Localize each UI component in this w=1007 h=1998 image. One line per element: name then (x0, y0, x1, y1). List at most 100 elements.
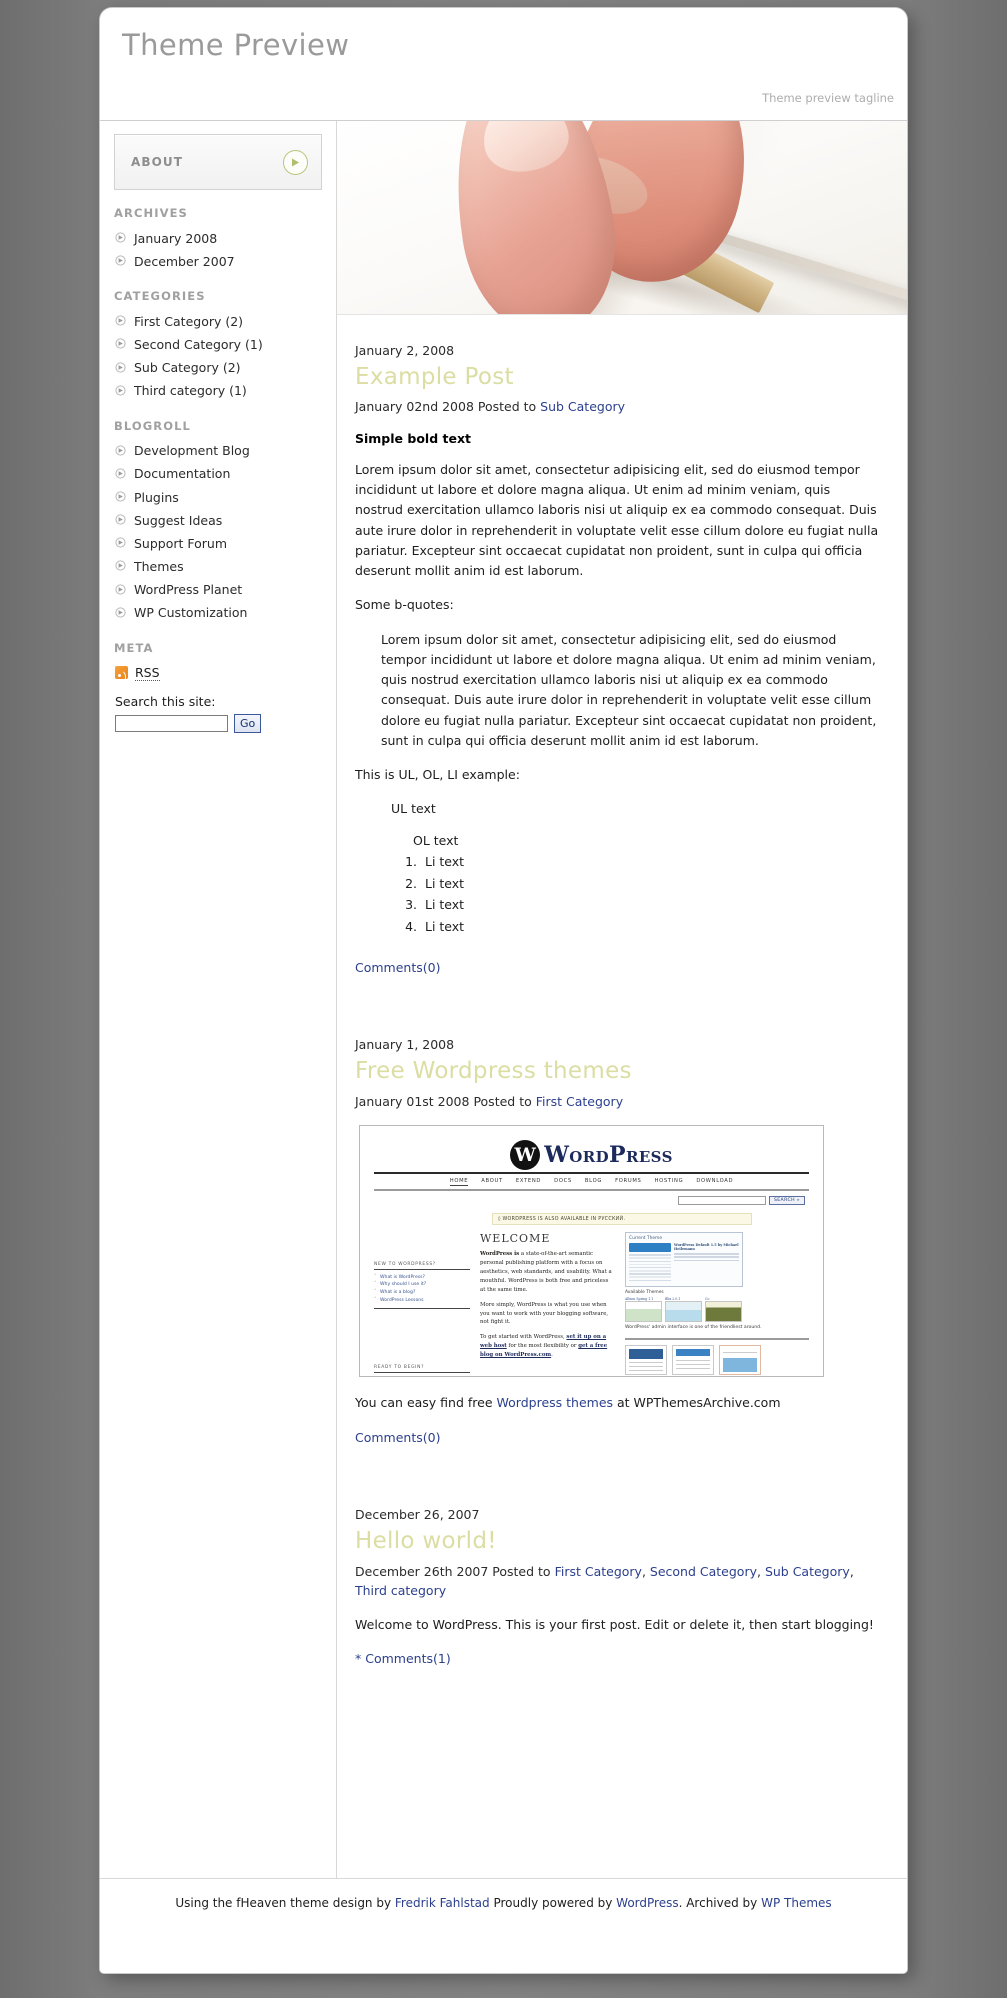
post-date: December 26, 2007 (355, 1507, 480, 1523)
post-title-link[interactable]: Hello world! (355, 1528, 497, 1554)
comments-link[interactable]: Comments(1) (365, 1649, 450, 1669)
list-item[interactable]: Find a web host (374, 1376, 377, 1377)
list-item[interactable]: Third category (1) (114, 380, 322, 403)
category-link[interactable]: First Category (2) (134, 314, 243, 329)
nav-item[interactable]: DOCS (554, 1178, 572, 1186)
list-item[interactable]: Sub Category (2) (114, 357, 322, 380)
blogroll-link[interactable]: Themes (134, 559, 184, 574)
search-go-button[interactable]: Go (234, 713, 262, 733)
meta-rss-row[interactable]: RSS (114, 662, 322, 684)
post-category-link[interactable]: Sub Category (765, 1564, 850, 1579)
panel-heading: WordPress Default 1.5 by Michael Heilema… (674, 1243, 739, 1252)
nav-item[interactable]: EXTEND (516, 1178, 541, 1186)
site-container: Theme Preview Theme preview tagline ABOU… (100, 8, 907, 1973)
list-item[interactable]: Development Blog (114, 440, 322, 463)
circle-arrow-right-icon (115, 255, 126, 266)
list-item[interactable]: What is a blog? (374, 1288, 470, 1297)
ready-links-list: Find a web host Download and Install Doc… (374, 1376, 377, 1377)
footer-link-author[interactable]: Fredrik Fahlstad (395, 1896, 490, 1910)
category-link[interactable]: Second Category (1) (134, 337, 263, 352)
list-item[interactable]: January 2008 (114, 227, 322, 250)
category-link[interactable]: Sub Category (2) (134, 360, 241, 375)
post-category-link[interactable]: Third category (355, 1583, 446, 1598)
card[interactable] (672, 1344, 714, 1375)
nav-item[interactable]: FORUMS (615, 1178, 641, 1186)
post-title-link[interactable]: Free Wordpress themes (355, 1058, 632, 1084)
list-item: UL text (391, 801, 436, 817)
rss-feed-icon (115, 666, 128, 680)
theme-thumb[interactable]: Blix 2.0.1 (665, 1297, 702, 1322)
wordpress-themes-link[interactable]: Wordpress themes (497, 1395, 614, 1410)
comments-link[interactable]: Comments(0) (355, 1430, 440, 1445)
widget-title-categories: CATEGORIES (114, 289, 206, 304)
post-category-link[interactable]: First Category (536, 1094, 623, 1109)
post-title-link[interactable]: Example Post (355, 364, 514, 390)
footer-link-wordpress[interactable]: WordPress (616, 1896, 678, 1910)
post-date: January 1, 2008 (355, 1037, 455, 1053)
wp-para-bold: WordPress is (480, 1251, 520, 1258)
theme-thumb[interactable]: Co (705, 1297, 742, 1322)
category-link[interactable]: Third category (1) (134, 383, 247, 398)
search-input[interactable] (115, 714, 228, 732)
image-caption: You can easy find free Wordpress themes … (355, 1393, 881, 1413)
blogroll-link[interactable]: Plugins (134, 490, 179, 505)
list-item[interactable]: What is WordPress? (374, 1273, 470, 1281)
site-header: Theme Preview Theme preview tagline (100, 8, 907, 121)
list-item[interactable]: Support Forum (114, 532, 322, 555)
blogroll-link[interactable]: WP Customization (134, 605, 247, 620)
list-item[interactable]: Why should I use it? (374, 1280, 470, 1289)
list-item[interactable]: WordPress Planet (114, 579, 322, 602)
post-title: Free Wordpress themes (355, 1058, 881, 1084)
widget-archives: ARCHIVES January 2008 December 2007 (114, 206, 322, 273)
nav-item[interactable]: HOME (449, 1178, 469, 1187)
post-category-link[interactable]: Sub Category (540, 399, 625, 414)
current-theme-panel: Current Theme WordPress Default 1.5 by M… (625, 1232, 743, 1287)
circle-arrow-right-icon (115, 491, 126, 502)
sep: , (849, 1563, 854, 1579)
blog-title-link[interactable]: Theme Preview (122, 28, 349, 62)
wp-paragraph-1: WordPress is a state-of-the-art semantic… (480, 1250, 615, 1295)
post-separator (355, 1459, 881, 1497)
blogroll-link[interactable]: Suggest Ideas (134, 513, 222, 528)
nav-item[interactable]: ABOUT (481, 1178, 503, 1186)
nav-item[interactable]: HOSTING (655, 1178, 684, 1186)
blogroll-link[interactable]: WordPress Planet (134, 582, 242, 597)
nav-item[interactable]: DOWNLOAD (696, 1178, 733, 1186)
caption-suffix: at WPThemesArchive.com (613, 1395, 781, 1411)
list-item[interactable]: Themes (114, 555, 322, 578)
card[interactable] (719, 1344, 761, 1375)
list-item[interactable]: WP Customization (114, 602, 322, 625)
widget-meta: META RSS Search this site: Go (114, 641, 322, 733)
blogroll-link[interactable]: Documentation (134, 466, 230, 481)
theme-thumb[interactable]: Albion Spring 1.1 (625, 1297, 662, 1322)
card[interactable] (625, 1344, 667, 1375)
post-category-link[interactable]: Second Category (650, 1564, 757, 1579)
list-item[interactable]: December 2007 (114, 250, 322, 273)
search-input[interactable] (677, 1196, 766, 1206)
wordpress-logo: WordPress (374, 1140, 809, 1171)
footer-text-a: Using the fHeaven theme design by (175, 1896, 395, 1910)
list-item: Li text (421, 894, 881, 916)
rss-link[interactable]: RSS (135, 665, 160, 681)
archive-link[interactable]: December 2007 (134, 254, 235, 269)
section-head-ready: READY TO BEGIN? (374, 1365, 470, 1374)
search-form: Go (114, 713, 322, 733)
post-category-link[interactable]: First Category (555, 1564, 642, 1579)
list-item[interactable]: Second Category (1) (114, 333, 322, 356)
comments-link[interactable]: Comments(0) (355, 960, 440, 975)
list-item[interactable]: WordPress Lessons (374, 1296, 470, 1304)
list-item[interactable]: Documentation (114, 463, 322, 486)
footer-link-wpthemes[interactable]: WP Themes (761, 1896, 832, 1910)
blogroll-link[interactable]: Development Blog (134, 443, 250, 458)
search-button[interactable]: SEARCH » (768, 1196, 805, 1206)
blogroll-link[interactable]: Support Forum (134, 536, 227, 551)
nav-item[interactable]: BLOG (585, 1178, 602, 1186)
list-item[interactable]: Suggest Ideas (114, 509, 322, 532)
archive-link[interactable]: January 2008 (134, 231, 217, 246)
sidebar-item-about[interactable]: ABOUT (114, 134, 322, 190)
posts-list: January 2, 2008 Example Post January 02n… (337, 315, 907, 1675)
list-item[interactable]: First Category (2) (114, 310, 322, 333)
circle-arrow-right-icon (115, 537, 126, 548)
comments-bullet: * (355, 1650, 362, 1666)
list-item[interactable]: Plugins (114, 486, 322, 509)
